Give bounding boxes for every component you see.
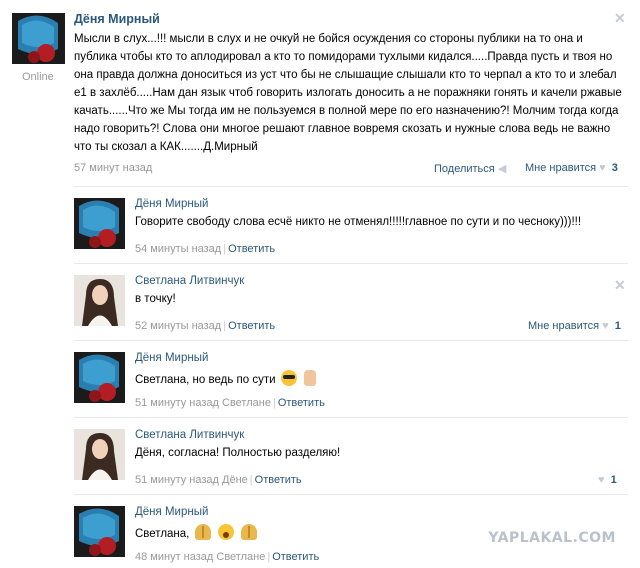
comment-author[interactable]: Дёня Мирный <box>135 198 208 210</box>
comment-avatar[interactable] <box>74 275 125 326</box>
comment-text: Говорите свободу слова есчё никто не отм… <box>135 216 582 228</box>
comment-text: Светлана, но ведь по сути <box>135 374 276 386</box>
reply-button[interactable]: Ответить <box>272 551 319 563</box>
watermark: YAPLAKAL.COM <box>488 530 616 546</box>
heart-icon: ♥ <box>602 320 609 332</box>
comment-meta: 51 минуту назад Дёне | Ответить <box>135 474 302 486</box>
surprised-emoji-icon <box>217 524 234 540</box>
divider <box>74 186 628 187</box>
comment-avatar[interactable] <box>74 352 125 403</box>
wall-post: Online Дёня Мирный ✕ Мысли в слух...!!! … <box>0 0 640 183</box>
like-button[interactable]: Мне нравится ♥ 3 <box>525 162 618 174</box>
like-label: Мне нравится <box>525 162 597 174</box>
share-label: Поделиться <box>434 163 495 175</box>
like-count: 3 <box>611 162 618 174</box>
like-label: Мне нравится <box>528 320 600 332</box>
comment-avatar[interactable] <box>74 506 125 557</box>
reply-to[interactable]: Светлане <box>222 397 271 409</box>
like-count: 1 <box>614 320 621 332</box>
heart-icon: ♥ <box>598 474 605 486</box>
close-icon[interactable]: ✕ <box>614 10 626 27</box>
reply-button[interactable]: Ответить <box>255 474 302 486</box>
comment-text-row: Светлана, но ведь по сути <box>135 370 318 386</box>
praying-hands-emoji-icon <box>240 524 257 540</box>
post-text: Мысли в слух...!!! мысли в слух и не очк… <box>74 33 622 153</box>
reply-to[interactable]: Светлане <box>216 551 265 563</box>
divider <box>74 417 628 418</box>
comment-text: в точку! <box>135 293 176 305</box>
share-button[interactable]: Поделиться ◀ <box>434 162 506 175</box>
divider <box>74 494 628 495</box>
comment-time[interactable]: 48 минут назад <box>135 551 213 563</box>
post-author-avatar[interactable] <box>12 13 65 64</box>
comment-text-row: Светлана, <box>135 524 259 540</box>
comment-author[interactable]: Дёня Мирный <box>135 352 208 364</box>
like-button[interactable]: ♥ 1 <box>598 474 617 486</box>
reply-button[interactable]: Ответить <box>278 397 325 409</box>
post-time[interactable]: 57 минут назад <box>74 162 152 174</box>
divider <box>74 340 628 341</box>
comment-author[interactable]: Светлана Литвинчук <box>135 429 244 441</box>
comment-time[interactable]: 51 минуту назад <box>135 474 219 486</box>
heart-icon: ♥ <box>599 162 606 174</box>
megaphone-icon: ◀ <box>497 163 507 175</box>
reply-to[interactable]: Дёне <box>222 474 248 486</box>
comment-meta: 51 минуту назад Светлане | Ответить <box>135 397 325 409</box>
online-status: Online <box>22 71 54 83</box>
comment-meta: 54 минуты назад | Ответить <box>135 243 276 255</box>
reply-button[interactable]: Ответить <box>228 320 275 332</box>
sunglasses-emoji-icon <box>280 370 297 386</box>
divider <box>74 263 628 264</box>
close-icon[interactable]: ✕ <box>614 277 626 294</box>
comment-meta: 52 минуты назад | Ответить <box>135 320 276 332</box>
like-count: 1 <box>610 474 617 486</box>
comment-time[interactable]: 51 минуту назад <box>135 397 219 409</box>
comment-time[interactable]: 54 минуты назад <box>135 243 221 255</box>
comment-avatar[interactable] <box>74 429 125 480</box>
comment-author[interactable]: Дёня Мирный <box>135 506 208 518</box>
like-button[interactable]: Мне нравится ♥ 1 <box>528 320 621 332</box>
pointing-up-emoji-icon <box>303 370 316 386</box>
comment-author[interactable]: Светлана Литвинчук <box>135 275 244 287</box>
comment-time[interactable]: 52 минуты назад <box>135 320 221 332</box>
comment-avatar[interactable] <box>74 198 125 249</box>
comment-text: Дёня, согласна! Полностью разделяю! <box>135 447 341 459</box>
comment-meta: 48 минут назад Светлане | Ответить <box>135 551 320 563</box>
post-author-name[interactable]: Дёня Мирный <box>74 12 160 26</box>
comment-text: Светлана, <box>135 528 190 540</box>
praying-hands-emoji-icon <box>194 524 211 540</box>
reply-button[interactable]: Ответить <box>228 243 275 255</box>
